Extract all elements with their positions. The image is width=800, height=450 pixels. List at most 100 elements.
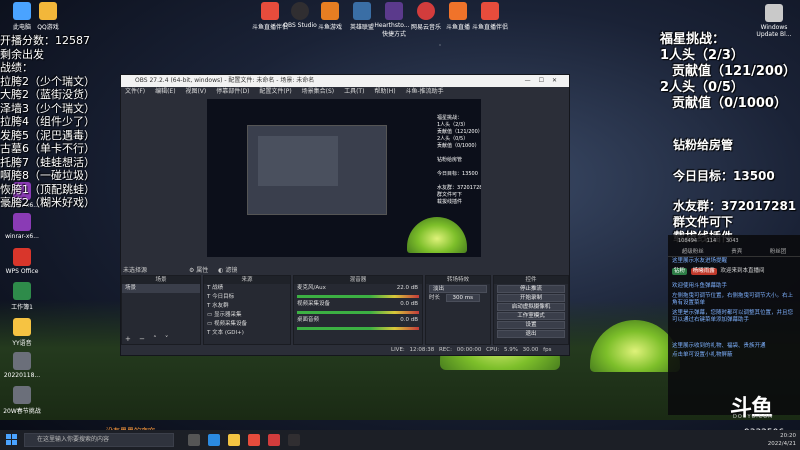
obs-preview[interactable]: 福星挑战： 1人头（2/3） 贡献值（121/200） 2人头（0/5） 贡献值… bbox=[207, 99, 481, 257]
chat-message: 这里展示收到的礼物、福袋、贵族开通 bbox=[672, 342, 766, 349]
preview-tent bbox=[407, 217, 467, 253]
lol-icon bbox=[353, 2, 371, 20]
preview-overlay-text: 福星挑战： 1人头（2/3） 贡献值（121/200） 2人头（0/5） 贡献值… bbox=[437, 115, 481, 205]
volume-meter[interactable] bbox=[297, 311, 419, 314]
source-item[interactable]: T 今日目标 bbox=[204, 293, 290, 302]
scene-item[interactable]: 场景 bbox=[122, 284, 200, 293]
menu-douyu-helper[interactable]: 斗鱼-推流助手 bbox=[405, 88, 443, 95]
obs-icon bbox=[291, 2, 309, 20]
desktop-icon-qq-game[interactable]: QQ游戏 bbox=[26, 2, 70, 31]
obs-status-bar: LIVE: 12:08:38 REC: 00:00:00 CPU: 5.9% 3… bbox=[121, 345, 569, 355]
spreadsheet-icon bbox=[13, 282, 31, 300]
exit-button[interactable]: 退出 bbox=[497, 330, 565, 338]
start-recording-button[interactable]: 开始录制 bbox=[497, 294, 565, 302]
desktop-icon-winrar-2[interactable]: winrar-x6... bbox=[0, 213, 44, 240]
challenge-line1-contrib: 贡献值（121/200） bbox=[672, 64, 797, 79]
source-item[interactable]: T 水友群 bbox=[204, 302, 290, 311]
music-icon bbox=[417, 2, 435, 20]
overlay-line: 豪胯2（糊米好戏） bbox=[0, 196, 95, 209]
source-item[interactable]: ▭ 显示器采集 bbox=[204, 311, 290, 320]
overlay-line: 拉胯2（少个瑞文） bbox=[0, 74, 95, 88]
scenes-header: 场景 bbox=[122, 276, 200, 284]
overlay-line: 开播分数：12587 bbox=[0, 34, 90, 47]
windows-start-icon[interactable] bbox=[6, 434, 18, 446]
volume-meter[interactable] bbox=[297, 295, 419, 298]
clock-date: 2022/4/21 bbox=[767, 441, 796, 447]
desktop-icon-workbook[interactable]: 工作簿1 bbox=[0, 282, 44, 311]
menu-file[interactable]: 文件(F) bbox=[125, 88, 145, 95]
scene-toolbar[interactable]: + − ˄ ˅ bbox=[125, 335, 171, 343]
settings-button[interactable]: 设置 bbox=[497, 321, 565, 329]
duration-input[interactable]: 300 ms bbox=[445, 294, 480, 302]
netease-taskbar-icon[interactable] bbox=[268, 434, 280, 446]
nested-preview bbox=[247, 125, 387, 215]
desktop-icon-file-1[interactable]: 20220118... bbox=[0, 352, 44, 379]
overlay-line: 发胯5（泥巴遇毒） bbox=[0, 128, 95, 142]
desktop-icon-yy[interactable]: YY语音 bbox=[0, 318, 44, 347]
folder-icon bbox=[765, 4, 783, 22]
overlay-line: 啊胯8（一碰垃圾） bbox=[0, 169, 95, 182]
properties-button[interactable]: ⚙ 属性 bbox=[189, 267, 208, 274]
tab-fan-club[interactable]: 粉丝团 bbox=[770, 247, 787, 256]
overlay-line: 古墓6（单卡不行） bbox=[0, 142, 95, 155]
mixer-panel: 混音器 麦克风/Aux 22.0 dB 视频采集设备 0.0 dB 桌面音频 0… bbox=[293, 275, 423, 345]
file-explorer-icon[interactable] bbox=[228, 434, 240, 446]
studio-mode-button[interactable]: 工作室模式 bbox=[497, 312, 565, 320]
volume-meter[interactable] bbox=[297, 327, 419, 330]
edge-icon[interactable] bbox=[208, 434, 220, 446]
filters-button[interactable]: ◐ 滤镜 bbox=[218, 267, 237, 274]
system-tray-clock[interactable]: 20:20 2022/4/21 bbox=[768, 432, 796, 448]
sources-header: 来源 bbox=[204, 276, 290, 284]
source-item[interactable]: T 战绩 bbox=[204, 284, 290, 293]
douyu-taskbar-icon[interactable] bbox=[248, 434, 260, 446]
overlay-line: 恢胯1（顶配跳蛙） bbox=[0, 182, 95, 196]
file-icon bbox=[13, 352, 31, 370]
clock-time: 20:20 bbox=[780, 433, 796, 439]
obs-title-bar[interactable]: OBS 27.2.4 (64-bit, windows) - 配置文件: 未命名… bbox=[121, 75, 569, 87]
transition-select[interactable]: 淡出 bbox=[429, 285, 487, 293]
qq-game-icon bbox=[39, 2, 57, 20]
obs-window[interactable]: OBS 27.2.4 (64-bit, windows) - 配置文件: 未命名… bbox=[120, 74, 570, 356]
overlay-line: 战绩： bbox=[0, 61, 33, 74]
menu-scene-collection[interactable]: 场景集合(S) bbox=[302, 88, 335, 95]
viewers-count: 108494 bbox=[678, 238, 698, 244]
virtual-camera-button[interactable]: 启动虚拟摄像机 bbox=[497, 303, 565, 311]
task-view-icon[interactable] bbox=[188, 434, 200, 446]
douyu-icon bbox=[481, 2, 499, 20]
scenes-panel: 场景 场景 + − ˄ ˅ bbox=[121, 275, 201, 345]
mixer-track: 麦克风/Aux 22.0 dB bbox=[297, 285, 418, 291]
menu-docks[interactable]: 停靠部件(D) bbox=[216, 88, 249, 95]
tab-super-fans[interactable]: 超级粉丝 bbox=[682, 247, 704, 256]
desktop-icon-wps[interactable]: WPS Office bbox=[0, 248, 44, 275]
overlay-line: 剩余出发 bbox=[0, 47, 44, 61]
menu-tools[interactable]: 工具(T) bbox=[344, 88, 364, 95]
stop-streaming-button[interactable]: 停止推流 bbox=[497, 285, 565, 293]
douyu-chat-panel[interactable]: 108494 114 3043 超级粉丝 贵宾 粉丝团 这里展示水友进场提醒 钻… bbox=[668, 235, 800, 415]
fan-group: 水友群：372017281 bbox=[673, 199, 797, 213]
window-controls[interactable]: —☐✕ bbox=[525, 75, 565, 87]
stream-stats-overlay: 开播分数：12587 剩余出发 战绩： 拉胯2（少个瑞文） 大胯2（蓝街没货） … bbox=[0, 34, 140, 210]
nested-preview-inner bbox=[258, 136, 338, 186]
menu-view[interactable]: 视图(V) bbox=[185, 88, 206, 95]
desktop-icon-file-2[interactable]: 20W春节挑战 bbox=[0, 386, 44, 415]
desktop-icon-douyu-companion-2[interactable]: 斗鱼直播伴侣 bbox=[468, 2, 512, 31]
menu-profile[interactable]: 配置文件(P) bbox=[259, 88, 291, 95]
obs-taskbar-icon[interactable] bbox=[288, 434, 300, 446]
taskbar-search-input[interactable]: 在这里输入你要搜索的内容 bbox=[24, 433, 174, 447]
obs-title: OBS 27.2.4 (64-bit, windows) - 配置文件: 未命名… bbox=[135, 77, 315, 84]
fans-count: 114 bbox=[706, 238, 717, 244]
menu-help[interactable]: 帮助(H) bbox=[374, 88, 395, 95]
fan-badge: 钻粉 bbox=[672, 267, 688, 275]
source-item[interactable]: T 文本 (GDI+) bbox=[204, 329, 290, 338]
chat-message: 这里是示弹幕，您随时都可以调整其位置，并且您可以通过右键菜单添加弹幕助手 bbox=[672, 309, 794, 324]
menu-edit[interactable]: 编辑(E) bbox=[155, 88, 175, 95]
chat-username[interactable]: 杨曦雨露 bbox=[690, 267, 717, 275]
heat-count: 3043 bbox=[725, 238, 739, 244]
mixer-track: 桌面音频 0.0 dB bbox=[297, 317, 418, 323]
overlay-line: 泽墙3（少个瑞文） bbox=[0, 101, 95, 115]
challenge-line1: 1人头（2/3） bbox=[660, 48, 744, 63]
source-item[interactable]: ▭ 视频采集设备 bbox=[204, 320, 290, 329]
no-source-selected-label: 未选择源 ⚙ 属性 ◐ 滤镜 bbox=[123, 267, 238, 274]
tab-vip[interactable]: 贵宾 bbox=[731, 247, 742, 256]
challenge-line2: 2人头（0/5） bbox=[660, 80, 744, 95]
